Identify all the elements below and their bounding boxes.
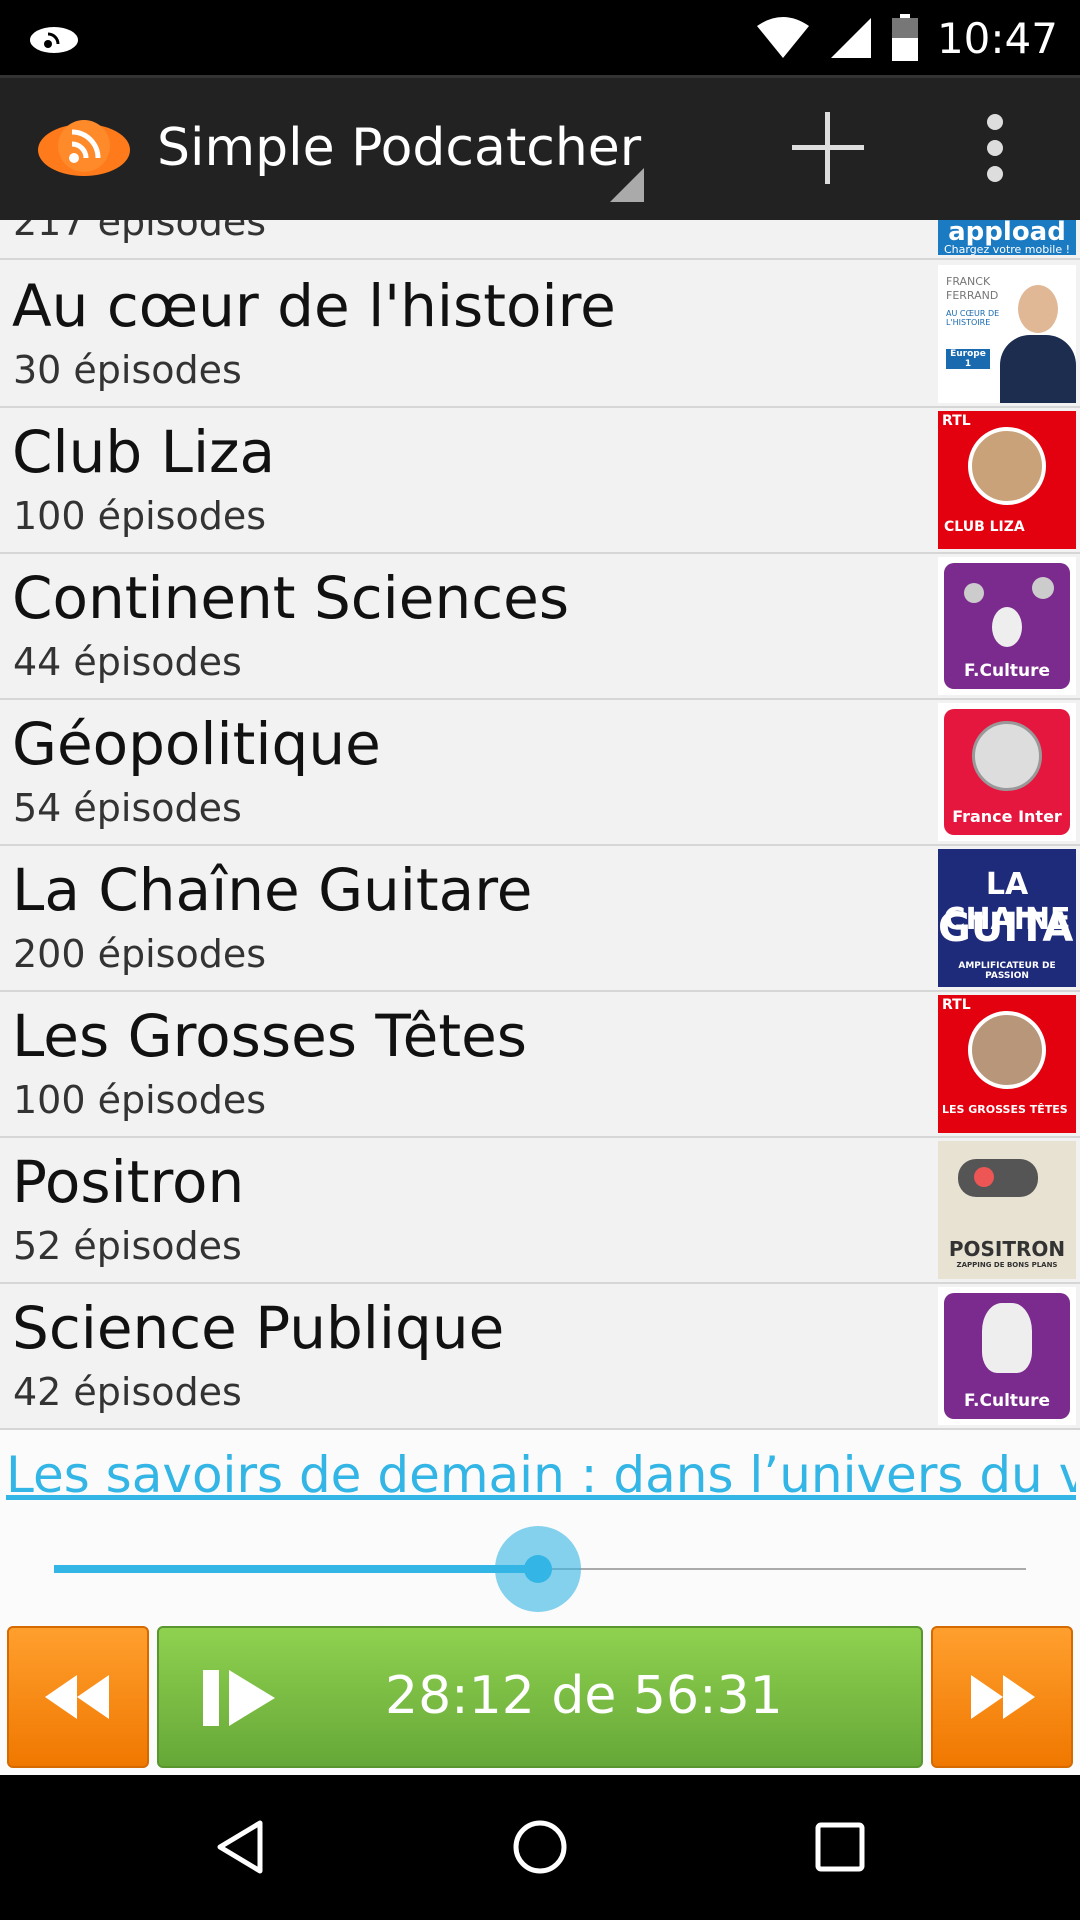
- podcast-title: Géopolitique: [12, 710, 381, 778]
- podcast-row[interactable]: Science Publique 42 épisodes F.Culture: [0, 1284, 1080, 1430]
- add-podcast-button[interactable]: [788, 108, 868, 188]
- podcast-row[interactable]: Géopolitique 54 épisodes France Inter: [0, 700, 1080, 846]
- podcast-title: Club Liza: [12, 418, 276, 486]
- podcast-row[interactable]: Club Liza 100 épisodes RTL CLUB LIZA: [0, 408, 1080, 554]
- podcast-thumbnail: F.Culture: [938, 1287, 1076, 1425]
- podcast-thumbnail: F.Culture: [938, 557, 1076, 695]
- spinner-indicator-icon[interactable]: [610, 168, 644, 202]
- podcast-title: La Chaîne Guitare: [12, 856, 533, 924]
- episode-count: 100 épisodes: [13, 1078, 267, 1122]
- episode-count: 217 épisodes: [13, 220, 267, 244]
- podcast-thumbnail: POSITRON ZAPPING DE BONS PLANS: [938, 1141, 1076, 1279]
- action-bar: Simple Podcatcher: [0, 75, 1080, 220]
- status-bar: 10:47: [0, 0, 1080, 75]
- playback-time: 28:12 de 56:31: [385, 1666, 783, 1726]
- current-episode-link[interactable]: Les savoirs de demain : dans l’univers d…: [6, 1446, 1076, 1504]
- play-pause-button[interactable]: 28:12 de 56:31: [157, 1626, 923, 1768]
- signal-icon: [830, 18, 871, 58]
- podcast-row[interactable]: Les Grosses Têtes 100 épisodes RTL LES G…: [0, 992, 1080, 1138]
- podcast-thumbnail: France Inter: [938, 703, 1076, 841]
- battery-icon: [891, 14, 918, 61]
- podcast-thumbnail: RTL CLUB LIZA: [938, 411, 1076, 549]
- podcast-row[interactable]: Au cœur de l'histoire 30 épisodes FRANCK…: [0, 262, 1080, 408]
- play-pause-icon: [203, 1670, 275, 1726]
- podcast-thumbnail: RTL LES GROSSES TÊTES: [938, 995, 1076, 1133]
- episode-count: 30 épisodes: [13, 348, 242, 392]
- host-photo: [1000, 285, 1076, 403]
- podcast-thumbnail: LA CHAINE GUITARE AMPLIFICATEUR DE PASSI…: [938, 849, 1076, 987]
- player-panel: Les savoirs de demain : dans l’univers d…: [0, 1430, 1080, 1775]
- podcast-list[interactable]: 217 épisodes appload Chargez votre mobil…: [0, 220, 1080, 1430]
- podcast-title: Science Publique: [12, 1294, 505, 1362]
- episode-count: 100 épisodes: [13, 494, 267, 538]
- podcast-thumbnail: appload Chargez votre mobile !: [938, 220, 1076, 255]
- episode-count: 200 épisodes: [13, 932, 267, 976]
- podcast-notification-icon: [30, 27, 78, 53]
- home-icon[interactable]: [510, 1817, 570, 1877]
- overflow-menu-icon[interactable]: [975, 108, 1015, 188]
- fast-forward-icon: [971, 1675, 1035, 1719]
- wifi-icon: [756, 17, 809, 58]
- seek-progress: [54, 1565, 539, 1573]
- app-title[interactable]: Simple Podcatcher: [157, 118, 641, 178]
- podcast-row[interactable]: La Chaîne Guitare 200 épisodes LA CHAINE…: [0, 846, 1080, 992]
- podcast-title: Les Grosses Têtes: [12, 1002, 528, 1070]
- podcast-title: Continent Sciences: [12, 564, 570, 632]
- podcast-row-partial[interactable]: 217 épisodes appload Chargez votre mobil…: [0, 220, 1080, 260]
- rewind-button[interactable]: [7, 1626, 149, 1768]
- episode-count: 44 épisodes: [13, 640, 242, 684]
- rewind-icon: [45, 1675, 109, 1719]
- back-icon[interactable]: [210, 1817, 270, 1877]
- podcast-row[interactable]: Continent Sciences 44 épisodes F.Culture: [0, 554, 1080, 700]
- recents-icon[interactable]: [810, 1817, 870, 1877]
- episode-count: 54 épisodes: [13, 786, 242, 830]
- fast-forward-button[interactable]: [931, 1626, 1073, 1768]
- podcast-row[interactable]: Positron 52 épisodes POSITRON ZAPPING DE…: [0, 1138, 1080, 1284]
- seek-thumb[interactable]: [524, 1555, 553, 1583]
- podcast-title: Au cœur de l'histoire: [12, 272, 616, 340]
- podcast-title: Positron: [12, 1148, 245, 1216]
- episode-count: 52 épisodes: [13, 1224, 242, 1268]
- navigation-bar: [0, 1775, 1080, 1920]
- podcast-thumbnail: FRANCK FERRAND AU CŒUR DE L'HISTOIRE Eur…: [938, 265, 1076, 403]
- status-time: 10:47: [936, 13, 1058, 63]
- app-logo-icon: [38, 120, 130, 176]
- episode-count: 42 épisodes: [13, 1370, 242, 1414]
